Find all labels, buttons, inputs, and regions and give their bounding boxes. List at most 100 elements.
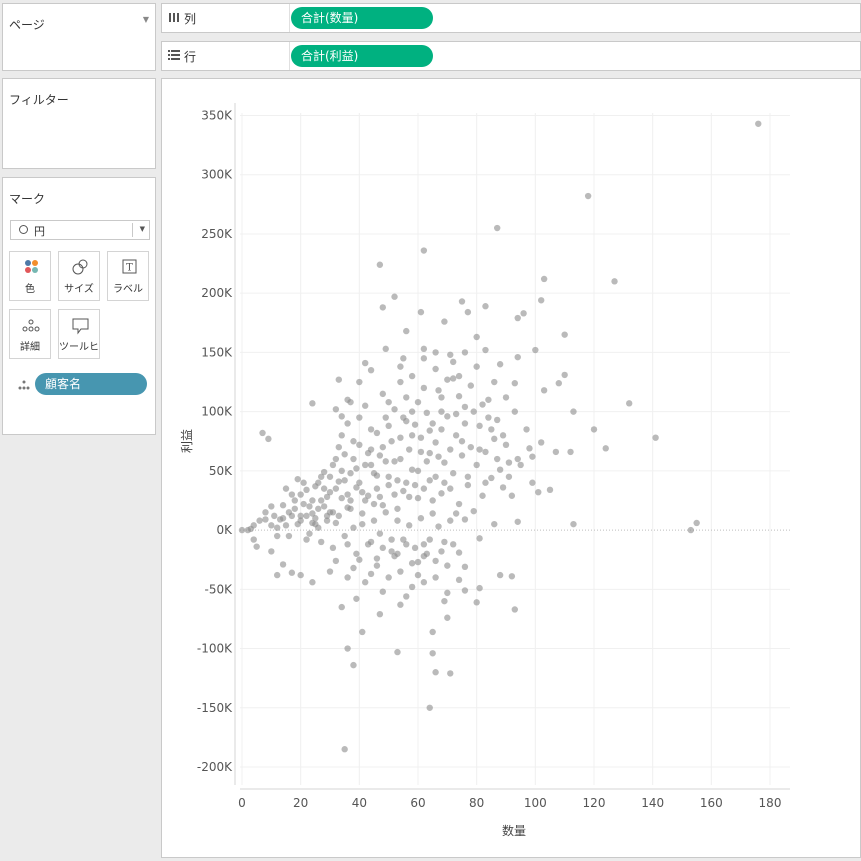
scatter-point[interactable] bbox=[473, 461, 480, 469]
scatter-point[interactable] bbox=[476, 446, 483, 453]
scatter-point[interactable] bbox=[359, 510, 366, 517]
scatter-point[interactable] bbox=[294, 520, 301, 528]
size-button[interactable]: サイズ bbox=[58, 251, 100, 301]
scatter-point[interactable] bbox=[303, 486, 310, 494]
scatter-point[interactable] bbox=[379, 443, 386, 451]
scatter-point[interactable] bbox=[388, 536, 395, 543]
scatter-point[interactable] bbox=[323, 493, 331, 501]
scatter-point[interactable] bbox=[332, 557, 340, 565]
scatter-point[interactable] bbox=[511, 408, 518, 415]
scatter-point[interactable] bbox=[376, 452, 384, 459]
scatter-point[interactable] bbox=[476, 584, 483, 592]
scatter-point[interactable] bbox=[426, 704, 433, 711]
scatter-point[interactable] bbox=[362, 497, 369, 504]
scatter-point[interactable] bbox=[382, 414, 389, 421]
scatter-point[interactable] bbox=[470, 408, 477, 415]
scatter-point[interactable] bbox=[403, 394, 410, 401]
scatter-point[interactable] bbox=[590, 426, 598, 433]
scatter-point[interactable] bbox=[426, 477, 433, 484]
scatter-point[interactable] bbox=[394, 477, 401, 484]
scatter-point[interactable] bbox=[309, 400, 316, 407]
scatter-point[interactable] bbox=[502, 394, 510, 401]
scatter-point[interactable] bbox=[338, 432, 345, 439]
scatter-point[interactable] bbox=[429, 628, 436, 636]
scatter-point[interactable] bbox=[529, 479, 536, 486]
scatter-point[interactable] bbox=[429, 497, 436, 504]
scatter-point[interactable] bbox=[408, 560, 416, 567]
scatter-point[interactable] bbox=[482, 448, 489, 456]
scatter-point[interactable] bbox=[309, 579, 316, 586]
scatter-point[interactable] bbox=[485, 414, 492, 421]
detail-field-pill[interactable]: 顧客名 bbox=[35, 373, 147, 395]
scatter-point[interactable] bbox=[476, 535, 483, 542]
scatter-point[interactable] bbox=[274, 524, 281, 531]
scatter-point[interactable] bbox=[514, 455, 521, 463]
scatter-point[interactable] bbox=[414, 398, 422, 406]
scatter-point[interactable] bbox=[540, 275, 548, 283]
scatter-point[interactable] bbox=[444, 589, 451, 597]
scatter-point[interactable] bbox=[288, 512, 296, 520]
scatter-point[interactable] bbox=[432, 669, 439, 676]
scatter-point[interactable] bbox=[508, 573, 516, 580]
scatter-point[interactable] bbox=[282, 485, 290, 492]
scatter-point[interactable] bbox=[473, 363, 480, 370]
scatter-point[interactable] bbox=[312, 515, 319, 522]
scatter-point[interactable] bbox=[611, 278, 618, 285]
scatter-point[interactable] bbox=[450, 470, 457, 477]
scatter-point[interactable] bbox=[494, 416, 501, 424]
scatter-point[interactable] bbox=[288, 569, 296, 576]
scatter-point[interactable] bbox=[420, 355, 428, 362]
scatter-point[interactable] bbox=[496, 466, 504, 473]
scatter-point[interactable] bbox=[693, 519, 700, 527]
scatter-point[interactable] bbox=[373, 555, 381, 562]
scatter-point[interactable] bbox=[450, 358, 457, 366]
scatter-point[interactable] bbox=[417, 434, 425, 441]
scatter-point[interactable] bbox=[309, 497, 316, 504]
scatter-point[interactable] bbox=[411, 421, 419, 428]
scatter-point[interactable] bbox=[538, 297, 545, 304]
scatter-point[interactable] bbox=[429, 650, 436, 657]
scatter-point[interactable] bbox=[318, 473, 325, 480]
scatter-point[interactable] bbox=[511, 606, 518, 613]
scatter-point[interactable] bbox=[652, 434, 659, 441]
scatter-point[interactable] bbox=[256, 517, 263, 524]
scatter-point[interactable] bbox=[359, 488, 366, 496]
scatter-point[interactable] bbox=[520, 310, 527, 317]
scatter-point[interactable] bbox=[444, 376, 451, 383]
tooltip-button[interactable]: ツールヒ… bbox=[58, 309, 100, 359]
scatter-point[interactable] bbox=[488, 426, 495, 433]
scatter-point[interactable] bbox=[494, 224, 501, 232]
scatter-point[interactable] bbox=[482, 479, 489, 486]
scatter-point[interactable] bbox=[262, 516, 269, 523]
scatter-point[interactable] bbox=[420, 247, 428, 254]
scatter-point[interactable] bbox=[447, 351, 454, 358]
scatter-point[interactable] bbox=[329, 544, 337, 552]
scatter-point[interactable] bbox=[406, 493, 413, 501]
scatter-point[interactable] bbox=[417, 448, 425, 456]
scatter-point[interactable] bbox=[326, 568, 334, 575]
scatter-point[interactable] bbox=[379, 502, 386, 509]
scatter-point[interactable] bbox=[461, 420, 469, 427]
scatter-point[interactable] bbox=[291, 497, 298, 504]
scatter-point[interactable] bbox=[420, 485, 428, 492]
scatter-point[interactable] bbox=[297, 571, 304, 579]
scatter-point[interactable] bbox=[417, 308, 425, 316]
scatter-point[interactable] bbox=[297, 512, 304, 520]
scatter-point[interactable] bbox=[253, 543, 260, 550]
scatter-point[interactable] bbox=[400, 487, 407, 495]
scatter-point[interactable] bbox=[373, 485, 381, 492]
scatter-point[interactable] bbox=[329, 461, 337, 469]
scatter-point[interactable] bbox=[274, 571, 281, 579]
scatter-point[interactable] bbox=[285, 532, 293, 540]
scatter-point[interactable] bbox=[397, 434, 404, 441]
scatter-point[interactable] bbox=[555, 380, 562, 387]
scatter-point[interactable] bbox=[432, 574, 439, 581]
scatter-point[interactable] bbox=[432, 557, 439, 565]
scatter-point[interactable] bbox=[435, 523, 442, 530]
scatter-point[interactable] bbox=[426, 427, 433, 434]
scatter-point[interactable] bbox=[420, 541, 428, 548]
detail-button[interactable]: 詳細 bbox=[9, 309, 51, 359]
scatter-point[interactable] bbox=[376, 493, 384, 501]
scatter-point[interactable] bbox=[408, 583, 416, 591]
scatter-point[interactable] bbox=[385, 481, 392, 489]
